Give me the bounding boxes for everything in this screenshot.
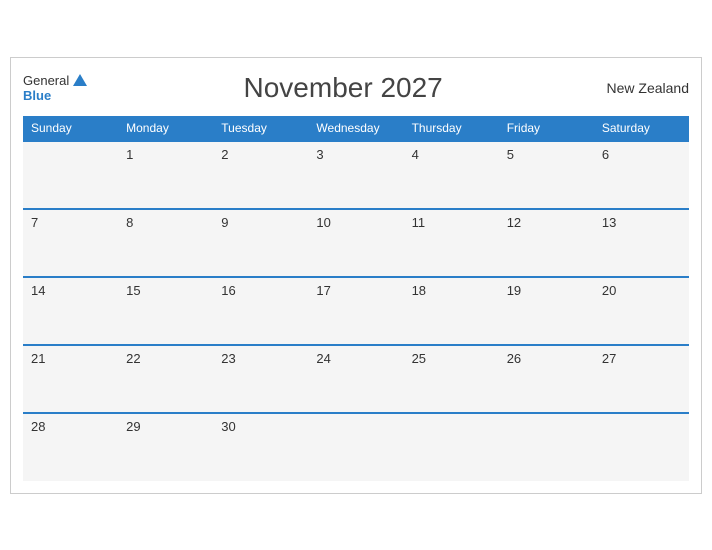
day-number: 6 (602, 147, 681, 162)
calendar-container: General Blue November 2027 New Zealand S… (10, 57, 702, 494)
calendar-cell: 23 (213, 345, 308, 413)
day-number: 2 (221, 147, 300, 162)
day-number: 22 (126, 351, 205, 366)
day-number: 17 (316, 283, 395, 298)
day-number: 27 (602, 351, 681, 366)
calendar-cell: 3 (308, 141, 403, 209)
day-number: 13 (602, 215, 681, 230)
calendar-cell: 1 (118, 141, 213, 209)
week-row-4: 28 29 30 (23, 413, 689, 481)
day-header-monday: Monday (118, 116, 213, 141)
calendar-cell: 21 (23, 345, 118, 413)
calendar-cell: 18 (404, 277, 499, 345)
day-header-tuesday: Tuesday (213, 116, 308, 141)
calendar-header: General Blue November 2027 New Zealand (23, 68, 689, 108)
week-row-2: 14 15 16 17 18 19 20 (23, 277, 689, 345)
calendar-cell (594, 413, 689, 481)
month-title: November 2027 (87, 72, 599, 104)
day-number: 21 (31, 351, 110, 366)
calendar-cell: 15 (118, 277, 213, 345)
calendar-cell: 5 (499, 141, 594, 209)
calendar-cell: 8 (118, 209, 213, 277)
calendar-grid: SundayMondayTuesdayWednesdayThursdayFrid… (23, 116, 689, 481)
day-number: 28 (31, 419, 110, 434)
day-number: 10 (316, 215, 395, 230)
calendar-cell: 28 (23, 413, 118, 481)
calendar-cell: 12 (499, 209, 594, 277)
calendar-cell (308, 413, 403, 481)
calendar-cell (499, 413, 594, 481)
calendar-cell: 29 (118, 413, 213, 481)
day-number: 11 (412, 215, 491, 230)
day-number: 1 (126, 147, 205, 162)
day-header-sunday: Sunday (23, 116, 118, 141)
calendar-cell: 13 (594, 209, 689, 277)
calendar-cell: 27 (594, 345, 689, 413)
day-number: 3 (316, 147, 395, 162)
day-header-wednesday: Wednesday (308, 116, 403, 141)
day-number: 19 (507, 283, 586, 298)
calendar-cell: 11 (404, 209, 499, 277)
calendar-cell: 9 (213, 209, 308, 277)
country-label: New Zealand (599, 80, 689, 96)
day-number: 29 (126, 419, 205, 434)
logo-triangle-icon (73, 74, 87, 86)
logo-blue-text: Blue (23, 88, 51, 103)
day-number: 5 (507, 147, 586, 162)
calendar-cell: 17 (308, 277, 403, 345)
day-number: 26 (507, 351, 586, 366)
calendar-cell: 16 (213, 277, 308, 345)
day-number: 14 (31, 283, 110, 298)
calendar-cell: 24 (308, 345, 403, 413)
calendar-cell: 10 (308, 209, 403, 277)
calendar-cell: 14 (23, 277, 118, 345)
week-row-0: 1 2 3 4 5 6 (23, 141, 689, 209)
calendar-cell: 2 (213, 141, 308, 209)
day-number: 24 (316, 351, 395, 366)
day-number: 20 (602, 283, 681, 298)
calendar-cell: 25 (404, 345, 499, 413)
logo-general-text: General (23, 73, 69, 88)
week-row-1: 7 8 9 10 11 12 13 (23, 209, 689, 277)
calendar-cell: 4 (404, 141, 499, 209)
day-header-saturday: Saturday (594, 116, 689, 141)
calendar-cell: 7 (23, 209, 118, 277)
day-number: 12 (507, 215, 586, 230)
day-number: 16 (221, 283, 300, 298)
calendar-cell: 26 (499, 345, 594, 413)
day-header-thursday: Thursday (404, 116, 499, 141)
day-number: 15 (126, 283, 205, 298)
day-number: 7 (31, 215, 110, 230)
calendar-cell: 30 (213, 413, 308, 481)
calendar-cell (404, 413, 499, 481)
days-header-row: SundayMondayTuesdayWednesdayThursdayFrid… (23, 116, 689, 141)
day-number: 30 (221, 419, 300, 434)
calendar-cell: 22 (118, 345, 213, 413)
calendar-cell (23, 141, 118, 209)
day-number: 18 (412, 283, 491, 298)
calendar-cell: 19 (499, 277, 594, 345)
day-number: 9 (221, 215, 300, 230)
logo-area: General Blue (23, 73, 87, 103)
day-header-friday: Friday (499, 116, 594, 141)
calendar-cell: 20 (594, 277, 689, 345)
calendar-cell: 6 (594, 141, 689, 209)
day-number: 8 (126, 215, 205, 230)
day-number: 25 (412, 351, 491, 366)
day-number: 4 (412, 147, 491, 162)
day-number: 23 (221, 351, 300, 366)
week-row-3: 21 22 23 24 25 26 27 (23, 345, 689, 413)
